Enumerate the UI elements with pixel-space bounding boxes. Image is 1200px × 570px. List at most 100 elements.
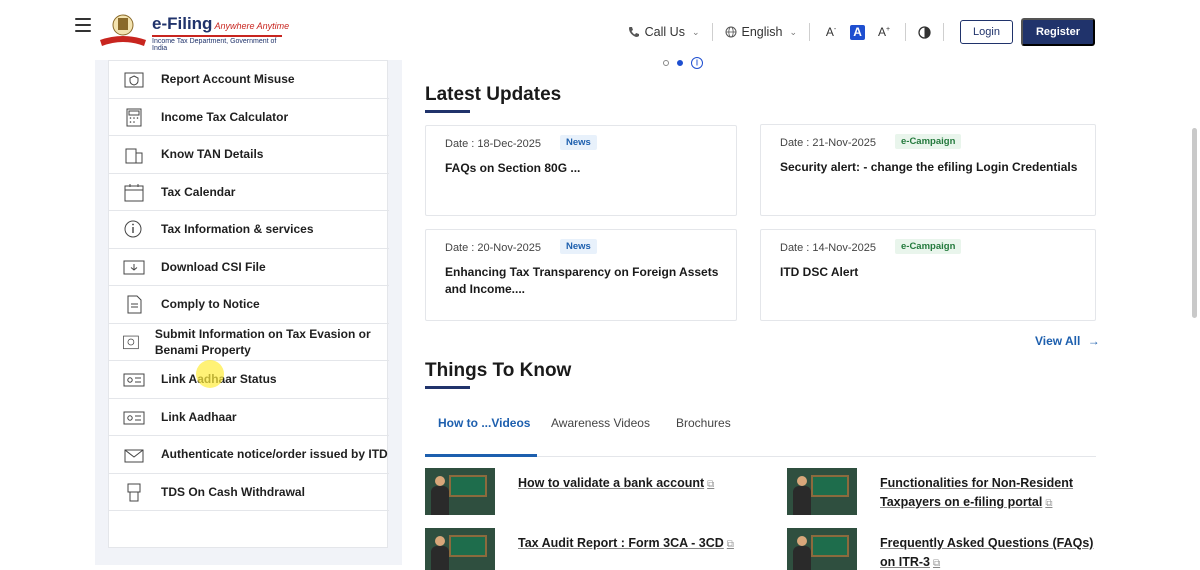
tab-awareness-videos[interactable]: Awareness Videos [551, 416, 650, 430]
quick-links-list: Report Account Misuse Income Tax Calculat… [108, 60, 389, 548]
sidebar-item[interactable]: Link Aadhaar Status [109, 361, 389, 399]
hamburger-menu-icon[interactable] [75, 18, 91, 32]
call-us-label: Call Us [644, 25, 685, 39]
sidebar-item[interactable]: Authenticate notice/order issued by ITD [109, 436, 389, 474]
font-decrease-button[interactable]: A- [822, 25, 840, 39]
call-us-dropdown[interactable]: Call Us ⌄ [628, 25, 700, 39]
update-date: Date : 21-Nov-2025 [780, 137, 876, 149]
sidebar-item-label: Download CSI File [161, 259, 266, 274]
download-icon [123, 260, 145, 275]
update-card[interactable]: Date : 20-Nov-2025 News Enhancing Tax Tr… [425, 229, 737, 321]
update-card[interactable]: Date : 21-Nov-2025 e-Campaign Security a… [760, 124, 1096, 216]
sidebar-item-label: Link Aadhaar [161, 409, 237, 424]
building-icon [125, 148, 143, 164]
sidebar-item[interactable]: Know TAN Details [109, 136, 389, 174]
site-header: e-Filing Anywhere Anytime Income Tax Depa… [0, 0, 1200, 60]
header-divider [711, 23, 713, 41]
update-card[interactable]: Date : 14-Nov-2025 e-Campaign ITD DSC Al… [760, 229, 1096, 321]
video-item[interactable]: Functionalities for Non-Resident Taxpaye… [787, 468, 1095, 515]
sidebar-item[interactable]: Tax Calendar [109, 174, 389, 211]
sidebar-item[interactable]: Submit Information on Tax Evasion or Ben… [109, 324, 389, 361]
carousel-indicators: || [663, 57, 703, 69]
update-title: Enhancing Tax Transparency on Foreign As… [445, 265, 719, 296]
header-divider [809, 23, 811, 41]
news-badge: News [560, 239, 597, 254]
sidebar-item-label: Tax Information & services [161, 222, 314, 237]
active-tab-indicator [425, 454, 537, 457]
sidebar-item[interactable]: Download CSI File [109, 249, 389, 286]
update-date: Date : 18-Dec-2025 [445, 138, 541, 150]
globe-icon [725, 26, 736, 38]
arrow-right-icon: → [1087, 334, 1100, 348]
login-button[interactable]: Login [960, 20, 1013, 44]
sidebar-item-label: Submit Information on Tax Evasion or Ben… [154, 326, 371, 357]
chevron-down-icon: ⌄ [789, 26, 798, 37]
pause-icon[interactable]: || [691, 57, 703, 69]
news-badge: News [560, 135, 597, 150]
logo-title: e-Filing Anywhere Anytime [152, 14, 290, 33]
update-title: Security alert: - change the efiling Log… [780, 160, 1078, 174]
page-scrollbar[interactable] [1192, 128, 1197, 318]
efiling-logo[interactable]: e-Filing Anywhere Anytime Income Tax Depa… [98, 10, 289, 52]
tab-brochures[interactable]: Brochures [676, 416, 731, 430]
info-icon [124, 220, 142, 238]
video-item[interactable]: Tax Audit Report : Form 3CA - 3CD ⧉ [425, 528, 758, 570]
video-item[interactable]: How to validate a bank account ⧉ [425, 468, 738, 515]
latest-updates-title: Latest Updates [425, 84, 562, 105]
video-thumbnail[interactable] [425, 468, 495, 515]
external-link-icon: ⧉ [933, 558, 941, 569]
cash-icon [127, 483, 141, 502]
video-title[interactable]: Tax Audit Report : Form 3CA - 3CD [518, 536, 724, 550]
sidebar-item-label: Know TAN Details [161, 147, 264, 162]
campaign-badge: e-Campaign [895, 239, 962, 254]
sidebar-item[interactable]: Report Account Misuse [109, 61, 389, 99]
external-link-icon: ⧉ [1045, 498, 1053, 509]
national-emblem-icon [100, 14, 146, 46]
register-button[interactable]: Register [1020, 18, 1095, 46]
video-title[interactable]: Frequently Asked Questions (FAQs) on ITR… [880, 536, 1093, 569]
video-item[interactable]: Frequently Asked Questions (FAQs) on ITR… [787, 528, 1110, 570]
sidebar-item-label: TDS On Cash Withdrawal [161, 484, 305, 499]
sidebar-item-label: Tax Calendar [161, 184, 236, 199]
title-underline [425, 386, 470, 389]
logo-tagline: Anywhere Anytime [214, 21, 290, 31]
calendar-icon [124, 183, 144, 202]
envelope-icon [124, 449, 144, 463]
document-icon [127, 295, 142, 314]
id-card-icon [123, 373, 145, 387]
header-divider [943, 23, 945, 41]
video-thumbnail[interactable] [787, 528, 857, 570]
sidebar-item-label: Comply to Notice [161, 297, 260, 312]
evasion-icon [123, 335, 139, 349]
carousel-dot-active[interactable] [677, 60, 683, 66]
video-title[interactable]: How to validate a bank account [518, 476, 704, 490]
tab-how-to-videos[interactable]: How to ...Videos [438, 416, 530, 430]
external-link-icon: ⧉ [726, 539, 734, 550]
logo-subtitle: Income Tax Department, Government of Ind… [152, 35, 282, 52]
sidebar-item[interactable]: Comply to Notice [109, 286, 389, 324]
calculator-icon [126, 108, 142, 127]
campaign-badge: e-Campaign [895, 134, 962, 149]
chevron-down-icon: ⌄ [691, 26, 700, 37]
update-title: FAQs on Section 80G ... [445, 161, 581, 175]
sidebar-item[interactable]: Tax Information & services [109, 211, 389, 249]
carousel-dot[interactable] [663, 60, 669, 66]
update-date: Date : 20-Nov-2025 [445, 242, 541, 254]
view-all-link[interactable]: View All → [1035, 334, 1100, 348]
video-thumbnail[interactable] [425, 528, 495, 570]
sidebar-item[interactable]: TDS On Cash Withdrawal [109, 474, 389, 511]
contrast-toggle-icon[interactable] [918, 25, 931, 39]
font-increase-button[interactable]: A+ [875, 25, 893, 39]
header-divider [905, 23, 907, 41]
language-label: English [741, 25, 783, 39]
title-underline [425, 110, 470, 113]
update-card[interactable]: Date : 18-Dec-2025 News FAQs on Section … [425, 125, 737, 216]
sidebar-item[interactable]: Link Aadhaar [109, 399, 389, 436]
update-title: ITD DSC Alert [780, 265, 859, 279]
shield-icon [124, 72, 144, 88]
language-dropdown[interactable]: English ⌄ [725, 25, 798, 39]
sidebar-item-label: Authenticate notice/order issued by ITD [161, 447, 388, 462]
video-thumbnail[interactable] [787, 468, 857, 515]
font-normal-button[interactable]: A [850, 24, 866, 40]
sidebar-item[interactable]: Income Tax Calculator [109, 99, 389, 136]
